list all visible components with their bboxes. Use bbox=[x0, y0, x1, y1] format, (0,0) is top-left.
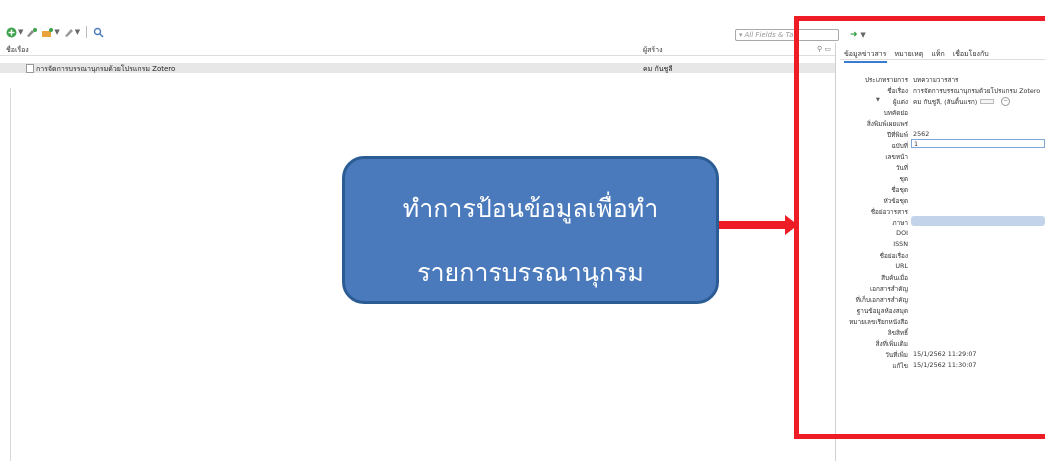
table-row[interactable]: การจัดการบรรณานุกรมด้วยโปรแกรม Zotero คม… bbox=[0, 63, 835, 73]
search-placeholder: All Fields & Tag bbox=[744, 31, 798, 39]
pointer-arrow-shaft bbox=[719, 221, 787, 229]
add-by-identifier-button[interactable] bbox=[26, 27, 38, 38]
main-toolbar: ▼ ▼ ▼ bbox=[6, 24, 104, 40]
note-icon bbox=[64, 28, 73, 37]
toolbar-divider bbox=[86, 26, 88, 38]
chevron-down-icon: ▼ bbox=[54, 28, 60, 36]
attachment-icon bbox=[42, 27, 54, 37]
locate-button[interactable] bbox=[93, 27, 104, 38]
search-mode-dropdown-icon[interactable]: ▾ bbox=[739, 31, 743, 39]
callout-line-1: ทำการป้อนข้อมูลเพื่อทำ bbox=[402, 194, 659, 223]
new-item-icon bbox=[6, 27, 17, 37]
add-by-identifier-icon bbox=[27, 27, 38, 37]
note-button[interactable]: ▼ bbox=[63, 27, 80, 38]
items-column-header: ชื่อเรื่อง ผู้สร้าง ⚲ ▭ bbox=[0, 43, 835, 56]
pane-border bbox=[10, 88, 11, 461]
locate-icon bbox=[93, 27, 104, 38]
item-creator: คม กันชูลี bbox=[643, 65, 673, 73]
instruction-callout: ทำการป้อนข้อมูลเพื่อทำ รายการบรรณานุกรม bbox=[342, 156, 719, 304]
chevron-down-icon: ▼ bbox=[74, 28, 81, 36]
callout-line-2: รายการบรรณานุกรม bbox=[417, 258, 644, 287]
attachment-button[interactable]: ▼ bbox=[41, 27, 60, 38]
new-item-button[interactable]: ▼ bbox=[6, 27, 23, 38]
column-title[interactable]: ชื่อเรื่อง bbox=[6, 45, 29, 56]
column-creator[interactable]: ผู้สร้าง bbox=[643, 45, 662, 56]
highlight-frame bbox=[794, 16, 1045, 439]
document-icon bbox=[26, 64, 34, 73]
item-title: การจัดการบรรณานุกรมด้วยโปรแกรม Zotero bbox=[36, 65, 176, 73]
chevron-down-icon: ▼ bbox=[18, 28, 24, 36]
pointer-arrow-icon bbox=[785, 215, 798, 235]
